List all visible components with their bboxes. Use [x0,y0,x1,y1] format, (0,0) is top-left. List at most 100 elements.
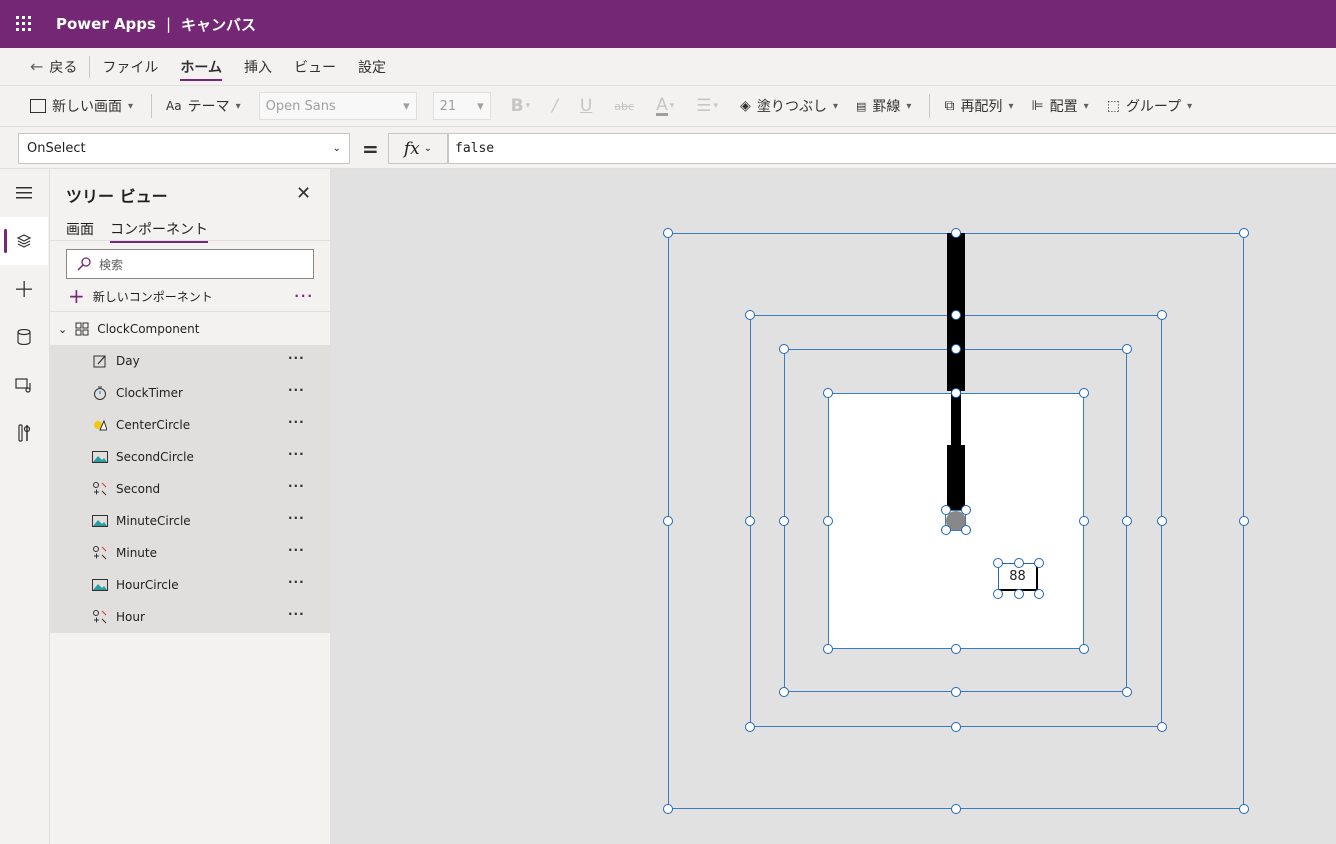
tab-settings[interactable]: 設定 [358,48,386,85]
back-button[interactable]: ← 戻る [30,48,77,85]
advanced-tools-icon[interactable] [0,409,48,457]
resize-handle[interactable] [1157,722,1167,732]
resize-handle[interactable] [779,344,789,354]
tree-item-hourcircle[interactable]: HourCircle ··· [50,569,330,601]
resize-handle[interactable] [941,505,951,515]
more-options-icon[interactable]: ··· [288,543,305,557]
bold-button[interactable]: B ▾ [511,96,531,116]
insert-plus-icon[interactable] [0,265,48,313]
tree-item-hour[interactable]: Hour ··· [50,601,330,633]
strikethrough-button[interactable]: abc [614,100,634,113]
tab-view[interactable]: ビュー [294,48,336,85]
resize-handle[interactable] [961,525,971,535]
resize-handle[interactable] [1122,687,1132,697]
resize-handle[interactable] [663,804,673,814]
group-button[interactable]: ⬚ グループ ▾ [1107,96,1192,116]
more-options-icon[interactable]: ··· [288,415,305,429]
resize-handle[interactable] [951,228,961,238]
text-align-button[interactable]: ☰ ▾ [696,96,718,116]
resize-handle[interactable] [823,388,833,398]
new-component-button[interactable]: + 新しいコンポーネント ··· [68,284,314,308]
resize-handle[interactable] [941,525,951,535]
resize-handle[interactable] [1239,804,1249,814]
resize-handle[interactable] [779,516,789,526]
resize-handle[interactable] [1014,558,1024,568]
search-input[interactable]: 検索 [66,249,314,279]
media-icon[interactable] [0,361,48,409]
tree-item-second[interactable]: Second ··· [50,473,330,505]
tab-file[interactable]: ファイル [102,48,158,85]
resize-handle[interactable] [1079,516,1089,526]
hamburger-menu-icon[interactable] [0,169,48,217]
resize-handle[interactable] [663,516,673,526]
minute-hand[interactable] [951,391,961,445]
fx-button[interactable]: fx ⌄ [388,133,448,164]
tab-components[interactable]: コンポーネント [110,219,208,243]
resize-handle[interactable] [1157,516,1167,526]
data-cylinder-icon[interactable] [0,313,48,361]
tab-screens[interactable]: 画面 [66,219,94,239]
resize-handle[interactable] [1079,388,1089,398]
resize-handle[interactable] [993,558,1003,568]
font-size-select[interactable]: 21 ▾ [432,92,491,120]
resize-handle[interactable] [961,505,971,515]
resize-handle[interactable] [1079,644,1089,654]
tree-view-layers-icon[interactable] [0,217,48,265]
resize-handle[interactable] [1014,589,1024,599]
resize-handle[interactable] [951,687,961,697]
new-screen-button[interactable]: 新しい画面 ▾ [30,96,133,116]
tree-item-clocktimer[interactable]: ClockTimer ··· [50,377,330,409]
resize-handle[interactable] [993,589,1003,599]
resize-handle[interactable] [745,310,755,320]
app-launcher-icon[interactable] [0,0,48,48]
resize-handle[interactable] [951,388,961,398]
more-options-icon[interactable]: ··· [288,511,305,525]
resize-handle[interactable] [663,228,673,238]
resize-handle[interactable] [1239,516,1249,526]
resize-handle[interactable] [951,722,961,732]
more-options-icon[interactable]: ··· [288,383,305,397]
more-options-icon[interactable]: ··· [288,447,305,461]
more-options-icon[interactable]: ··· [288,607,305,621]
theme-button[interactable]: Aa テーマ ▾ [166,96,241,116]
resize-handle[interactable] [1034,558,1044,568]
component-row[interactable]: ⌄ ClockComponent [50,313,330,345]
close-icon[interactable]: ✕ [296,183,311,204]
italic-button[interactable]: / [552,96,558,116]
align-button[interactable]: ⊫ 配置 ▾ [1031,96,1088,116]
resize-handle[interactable] [745,722,755,732]
resize-handle[interactable] [951,644,961,654]
resize-handle[interactable] [1122,516,1132,526]
property-select[interactable]: OnSelect ⌄ [18,133,350,164]
tab-insert[interactable]: 挿入 [244,48,272,85]
tree-item-minute[interactable]: Minute ··· [50,537,330,569]
resize-handle[interactable] [1034,589,1044,599]
tree-item-day[interactable]: Day ··· [50,345,330,377]
resize-handle[interactable] [951,804,961,814]
resize-handle[interactable] [779,687,789,697]
font-family-select[interactable]: Open Sans ▾ [258,92,417,120]
second-hand[interactable] [947,445,965,511]
resize-handle[interactable] [823,644,833,654]
formula-input[interactable]: false [448,133,1336,164]
reorder-button[interactable]: ⧉ 再配列 ▾ [944,96,1013,116]
resize-handle[interactable] [951,310,961,320]
resize-handle[interactable] [1122,344,1132,354]
resize-handle[interactable] [1157,310,1167,320]
tab-home[interactable]: ホーム [180,48,222,85]
tree-item-minutecircle[interactable]: MinuteCircle ··· [50,505,330,537]
more-options-icon[interactable]: ··· [288,575,305,589]
more-options-icon[interactable]: ··· [288,479,305,493]
design-canvas[interactable]: 88 [331,169,1336,844]
underline-button[interactable]: U [580,96,592,116]
font-color-button[interactable]: A ▾ [656,96,674,116]
more-options-icon[interactable]: ··· [294,289,314,303]
border-button[interactable]: ▤ 罫線 ▾ [856,96,911,116]
resize-handle[interactable] [951,344,961,354]
resize-handle[interactable] [823,516,833,526]
tree-item-secondcircle[interactable]: SecondCircle ··· [50,441,330,473]
resize-handle[interactable] [1239,228,1249,238]
resize-handle[interactable] [745,516,755,526]
more-options-icon[interactable]: ··· [288,351,305,365]
fill-button[interactable]: ◈ 塗りつぶし ▾ [740,96,838,116]
